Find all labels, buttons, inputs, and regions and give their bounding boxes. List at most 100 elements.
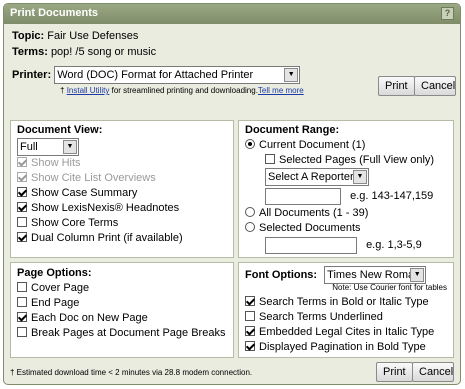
checkbox[interactable] [17, 282, 27, 292]
option-label: Embedded Legal Cites in Italic Type [259, 326, 435, 338]
radio-button[interactable] [245, 222, 255, 232]
topic-label: Topic: [12, 30, 45, 42]
help-icon[interactable]: ? [441, 7, 454, 20]
checkbox[interactable] [17, 202, 27, 212]
printer-label: Printer: [12, 68, 52, 81]
option-show-core-terms[interactable]: Show Core Terms [11, 216, 233, 231]
option-label: Break Pages at Document Page Breaks [31, 327, 226, 339]
document-view-selected: Full [20, 141, 38, 153]
option-label: Search Terms in Bold or Italic Type [259, 296, 429, 308]
cancel-button-top[interactable]: Cancel [414, 76, 456, 96]
font-select[interactable]: Times New Roman ▼ [324, 266, 427, 284]
footer: † Estimated download time < 2 minutes vi… [4, 359, 460, 384]
range-selected-pages[interactable]: Selected Pages (Full View only) [239, 153, 453, 168]
documents-input[interactable] [265, 236, 357, 254]
page-options-panel: Page Options: Cover Page End Page Each D… [10, 262, 234, 358]
option-label: End Page [31, 297, 80, 309]
option-break-pages[interactable]: Break Pages at Document Page Breaks [11, 326, 233, 341]
option-label: Displayed Pagination in Bold Type [259, 341, 426, 353]
checkbox[interactable] [17, 327, 27, 337]
checkbox[interactable] [17, 232, 27, 242]
option-label: Cover Page [31, 282, 90, 294]
print-button-top[interactable]: Print [378, 76, 415, 96]
option-label: Selected Documents [259, 222, 361, 234]
radio-button[interactable] [245, 139, 255, 149]
search-info: Topic: Fair Use Defenses Terms: pop! /5 … [4, 24, 460, 60]
range-all-documents[interactable]: All Documents (1 - 39) [239, 206, 453, 221]
checkbox[interactable] [17, 312, 27, 322]
checkbox[interactable] [245, 311, 255, 321]
chevron-down-icon: ▼ [284, 68, 299, 82]
checkbox[interactable] [17, 217, 27, 227]
option-each-doc-new-page[interactable]: Each Doc on New Page [11, 311, 233, 326]
document-view-title: Document View: [17, 124, 103, 136]
chevron-down-icon: ▼ [410, 268, 425, 282]
pages-input[interactable] [265, 187, 341, 205]
document-view-select[interactable]: Full ▼ [17, 138, 79, 156]
document-view-panel: Document View: Full ▼ Show Hits Show Cit… [10, 120, 234, 258]
checkbox[interactable] [17, 172, 27, 182]
checkbox[interactable] [265, 154, 275, 164]
printer-section: Printer: Word (DOC) Format for Attached … [4, 60, 460, 110]
chevron-down-icon: ▼ [63, 140, 77, 154]
option-label: Current Document (1) [259, 139, 366, 151]
dialog-title: Print Documents [10, 7, 99, 19]
option-pagination-bold[interactable]: Displayed Pagination in Bold Type [239, 340, 453, 355]
topic-value: Fair Use Defenses [47, 30, 139, 42]
install-utility-text: for streamlined printing and downloading… [109, 86, 258, 95]
checkbox[interactable] [245, 341, 255, 351]
cancel-button-bottom[interactable]: Cancel [412, 362, 454, 382]
document-range-title: Document Range: [245, 124, 340, 136]
chevron-down-icon: ▼ [353, 170, 367, 184]
documents-example: e.g. 1,3-5,9 [366, 239, 422, 251]
font-options-panel: Font Options: Times New Roman ▼ Note: Us… [238, 262, 454, 358]
option-show-case-summary[interactable]: Show Case Summary [11, 186, 233, 201]
radio-button[interactable] [245, 207, 255, 217]
option-label: Show Core Terms [31, 217, 119, 229]
option-cover-page[interactable]: Cover Page [11, 281, 233, 296]
option-dual-column-print[interactable]: Dual Column Print (if available) [11, 231, 233, 246]
font-note: Note: Use Courier font for tables [332, 283, 447, 292]
font-options-title: Font Options: [245, 268, 318, 281]
checkbox[interactable] [17, 297, 27, 307]
checkbox[interactable] [17, 157, 27, 167]
checkbox[interactable] [17, 187, 27, 197]
print-documents-dialog: Print Documents ? Topic: Fair Use Defens… [3, 3, 461, 385]
option-show-cite-list-overviews[interactable]: Show Cite List Overviews [11, 171, 233, 186]
terms-value: pop! /5 song or music [50, 46, 157, 58]
option-label: Search Terms Underlined [259, 311, 383, 323]
option-label: All Documents (1 - 39) [259, 207, 369, 219]
option-search-terms-bold[interactable]: Search Terms in Bold or Italic Type [239, 295, 453, 310]
option-search-terms-underlined[interactable]: Search Terms Underlined [239, 310, 453, 325]
option-show-hits[interactable]: Show Hits [11, 156, 233, 171]
document-range-panel: Document Range: Current Document (1) Sel… [238, 120, 454, 258]
option-label: Show LexisNexis® Headnotes [31, 202, 180, 214]
checkbox[interactable] [245, 326, 255, 336]
font-selected: Times New Roman [327, 269, 421, 281]
pages-example: e.g. 143-147,159 [350, 190, 434, 202]
checkbox[interactable] [245, 296, 255, 306]
option-end-page[interactable]: End Page [11, 296, 233, 311]
print-button-bottom[interactable]: Print [376, 362, 413, 382]
range-current-document[interactable]: Current Document (1) [239, 138, 453, 153]
option-label: Show Case Summary [31, 187, 138, 199]
printer-select[interactable]: Word (DOC) Format for Attached Printer ▼ [54, 66, 301, 84]
install-utility-link[interactable]: Install Utility [67, 86, 110, 95]
printer-selected-value: Word (DOC) Format for Attached Printer [57, 69, 254, 81]
download-estimate: † Estimated download time < 2 minutes vi… [10, 368, 253, 377]
range-selected-documents[interactable]: Selected Documents [239, 221, 453, 236]
terms-label: Terms: [12, 46, 48, 58]
page-options-title: Page Options: [17, 267, 92, 279]
dagger-mark: † [60, 86, 65, 95]
option-label: Show Hits [31, 157, 81, 169]
option-label: Dual Column Print (if available) [31, 232, 183, 244]
reporter-select[interactable]: Select A Reporter ▼ [265, 168, 369, 186]
reporter-selected: Select A Reporter [268, 171, 354, 183]
option-show-headnotes[interactable]: Show LexisNexis® Headnotes [11, 201, 233, 216]
option-label: Selected Pages (Full View only) [279, 154, 435, 166]
tell-me-more-link[interactable]: Tell me more [258, 86, 304, 95]
title-bar: Print Documents ? [4, 4, 460, 24]
option-embedded-cites-italic[interactable]: Embedded Legal Cites in Italic Type [239, 325, 453, 340]
option-label: Each Doc on New Page [31, 312, 148, 324]
option-label: Show Cite List Overviews [31, 172, 156, 184]
